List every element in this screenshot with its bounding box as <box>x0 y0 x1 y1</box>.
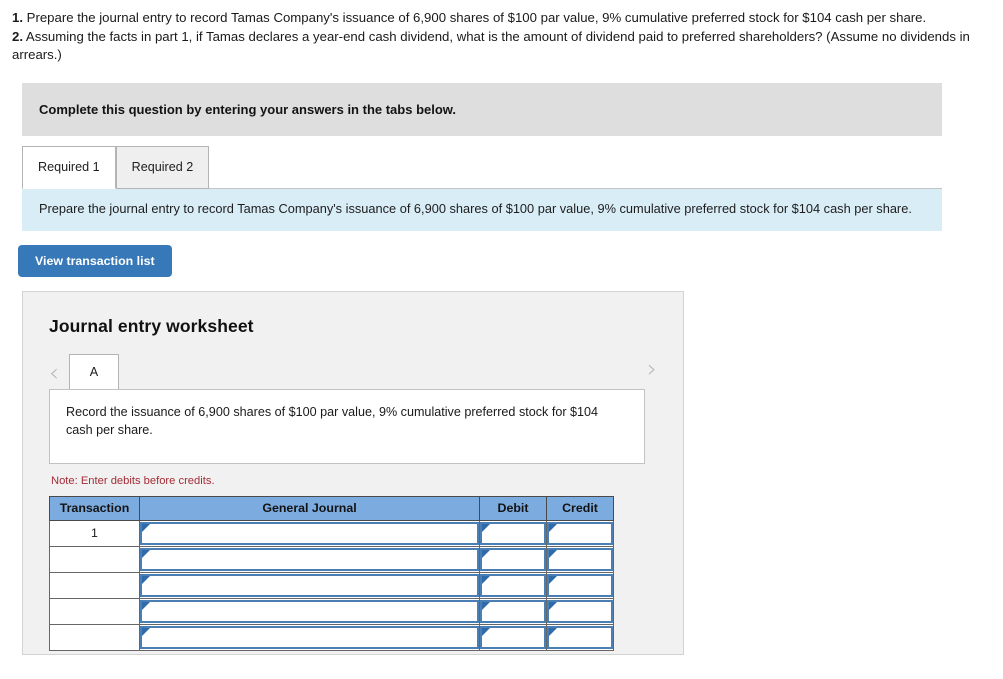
chevron-left-icon[interactable]: ‹ <box>49 360 59 389</box>
table-row <box>49 623 614 651</box>
question-item-2-number: 2. <box>12 28 23 44</box>
debit-input[interactable] <box>480 521 546 545</box>
tab-required-2-label: Required 2 <box>131 160 194 174</box>
column-header-credit: Credit <box>546 495 614 521</box>
question-item-2-text: Assuming the facts in part 1, if Tamas d… <box>12 28 970 63</box>
transaction-number-cell <box>49 597 140 625</box>
debit-input[interactable] <box>480 573 546 597</box>
credit-cell[interactable] <box>546 519 614 547</box>
general-journal-input[interactable] <box>140 599 479 623</box>
question-item-1-text: Prepare the journal entry to record Tama… <box>23 10 927 25</box>
tab-required-1[interactable]: Required 1 <box>22 145 116 189</box>
instruction-banner: Complete this question by entering your … <box>22 82 942 136</box>
credit-input[interactable] <box>547 547 613 571</box>
view-transaction-list-button[interactable]: View transaction list <box>18 244 172 277</box>
credit-input[interactable] <box>547 599 613 623</box>
chevron-right-icon[interactable]: › <box>647 356 657 385</box>
journal-table-header-row: Transaction General Journal Debit Credit <box>49 495 614 521</box>
debit-input[interactable] <box>480 599 546 623</box>
worksheet-sheet-nav: ‹ A › <box>49 353 661 389</box>
instruction-banner-text: Complete this question by entering your … <box>39 101 457 117</box>
requirement-info-panel: Prepare the journal entry to record Tama… <box>22 188 942 231</box>
column-header-general-journal: General Journal <box>139 495 480 521</box>
credit-input[interactable] <box>547 625 613 649</box>
debits-before-credits-note: Note: Enter debits before credits. <box>51 474 215 487</box>
journal-entry-table: Transaction General Journal Debit Credit… <box>49 495 614 651</box>
table-row <box>49 545 614 573</box>
general-journal-cell[interactable] <box>139 623 480 651</box>
debit-input[interactable] <box>480 625 546 649</box>
column-header-transaction: Transaction <box>49 495 140 521</box>
worksheet-tab-a[interactable]: A <box>69 353 119 389</box>
worksheet-tab-a-label: A <box>89 364 99 379</box>
tab-required-1-label: Required 1 <box>38 160 100 174</box>
debit-cell[interactable] <box>479 519 547 547</box>
question-prompt: 1. Prepare the journal entry to record T… <box>0 0 1003 65</box>
debit-cell[interactable] <box>479 545 547 573</box>
transaction-number-cell <box>49 623 140 651</box>
transaction-number-cell <box>49 545 140 573</box>
credit-cell[interactable] <box>546 597 614 625</box>
credit-cell[interactable] <box>546 623 614 651</box>
column-header-debit: Debit <box>479 495 547 521</box>
requirement-info-text: Prepare the journal entry to record Tama… <box>39 200 912 216</box>
general-journal-cell[interactable] <box>139 597 480 625</box>
debit-input[interactable] <box>480 547 546 571</box>
debit-cell[interactable] <box>479 623 547 651</box>
transaction-number-cell <box>49 571 140 599</box>
general-journal-cell[interactable] <box>139 571 480 599</box>
question-item-1: 1. Prepare the journal entry to record T… <box>12 9 991 28</box>
table-row <box>49 571 614 599</box>
question-item-1-number: 1. <box>12 10 23 25</box>
worksheet-description-text: Record the issuance of 6,900 shares of $… <box>66 404 599 438</box>
general-journal-cell[interactable] <box>139 519 480 547</box>
question-item-2: 2. Assuming the facts in part 1, if Tama… <box>12 28 991 65</box>
required-tabs: Required 1 Required 2 <box>22 145 942 189</box>
journal-entry-worksheet-panel: Journal entry worksheet ‹ A › Record the… <box>22 290 684 655</box>
worksheet-description-box: Record the issuance of 6,900 shares of $… <box>49 388 645 464</box>
table-row <box>49 597 614 625</box>
tab-required-2[interactable]: Required 2 <box>115 145 210 189</box>
debit-cell[interactable] <box>479 597 547 625</box>
table-row: 1 <box>49 519 614 547</box>
worksheet-title: Journal entry worksheet <box>49 315 254 336</box>
credit-input[interactable] <box>547 573 613 597</box>
debit-cell[interactable] <box>479 571 547 599</box>
general-journal-cell[interactable] <box>139 545 480 573</box>
general-journal-input[interactable] <box>140 521 479 545</box>
general-journal-input[interactable] <box>140 547 479 571</box>
transaction-number-cell: 1 <box>49 519 140 547</box>
credit-cell[interactable] <box>546 545 614 573</box>
credit-cell[interactable] <box>546 571 614 599</box>
general-journal-input[interactable] <box>140 573 479 597</box>
general-journal-input[interactable] <box>140 625 479 649</box>
credit-input[interactable] <box>547 521 613 545</box>
